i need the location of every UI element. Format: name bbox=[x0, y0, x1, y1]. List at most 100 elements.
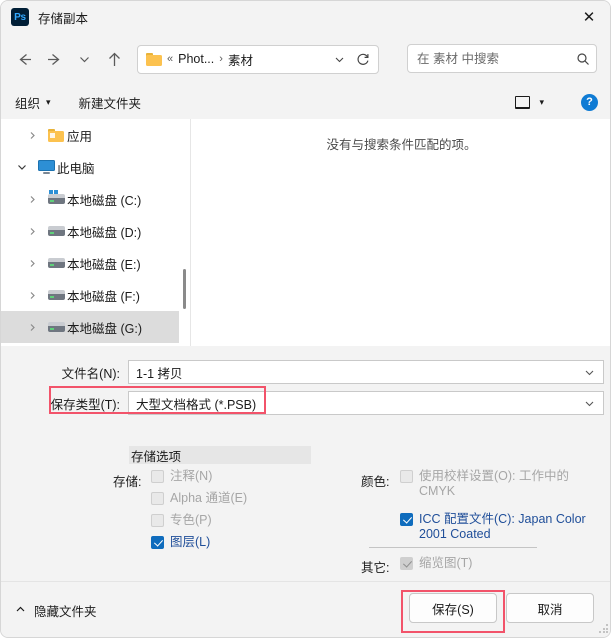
navigation-bar: « Phot... › 素材 bbox=[1, 33, 610, 85]
view-layout-icon bbox=[515, 95, 531, 109]
filetype-row: 保存类型(T): 大型文档格式 (*.PSB) bbox=[1, 390, 610, 416]
file-list[interactable]: 没有与搜索条件匹配的项。 bbox=[190, 119, 610, 346]
empty-list-message: 没有与搜索条件匹配的项。 bbox=[326, 138, 477, 152]
chevron-right-icon[interactable] bbox=[19, 259, 45, 268]
tree-item-this-pc[interactable]: 此电脑 bbox=[1, 151, 190, 183]
checkbox-layers[interactable]: 图层(L) bbox=[151, 535, 210, 550]
help-icon[interactable]: ? bbox=[581, 93, 598, 111]
breadcrumb-separator: › bbox=[219, 53, 223, 65]
this-pc-icon bbox=[35, 160, 57, 174]
chevron-right-icon[interactable] bbox=[19, 291, 45, 300]
chevron-up-icon bbox=[15, 604, 26, 618]
recent-locations-chevron-down-icon[interactable] bbox=[69, 44, 99, 74]
drive-icon bbox=[45, 321, 67, 333]
checkbox-label: 使用校样设置(O): 工作中的 CMYK bbox=[419, 469, 569, 498]
view-options-button[interactable]: ▾ bbox=[515, 95, 544, 109]
checkbox-box[interactable] bbox=[400, 557, 413, 570]
other-group-label: 其它: bbox=[361, 561, 390, 575]
chevron-right-icon[interactable] bbox=[19, 131, 45, 140]
checkbox-thumbnail[interactable]: 缩览图(T) bbox=[400, 556, 472, 571]
tree-item-label: 本地磁盘 (E:) bbox=[67, 257, 141, 272]
breadcrumb[interactable]: « Phot... › 素材 bbox=[137, 44, 379, 74]
organize-chevron-down-icon: ▾ bbox=[46, 96, 51, 107]
tree-item-apps[interactable]: 应用 bbox=[1, 119, 190, 151]
folder-icon bbox=[45, 128, 67, 142]
filename-label: 文件名(N): bbox=[61, 366, 120, 381]
checkbox-icc-profile[interactable]: ICC 配置文件(C): Japan Color 2001 Coated bbox=[400, 512, 600, 542]
checkbox-notes[interactable]: 注释(N) bbox=[151, 469, 212, 484]
checkbox-label: 注释(N) bbox=[170, 469, 213, 483]
checkbox-label: 专色(P) bbox=[170, 513, 212, 527]
checkbox-box[interactable] bbox=[151, 492, 164, 505]
tree-item-label: 本地磁盘 (G:) bbox=[67, 321, 142, 336]
breadcrumb-overflow[interactable]: « bbox=[167, 53, 173, 65]
cancel-button[interactable]: 取消 bbox=[506, 593, 594, 623]
chevron-right-icon[interactable] bbox=[19, 227, 45, 236]
tree-item-label: 本地磁盘 (C:) bbox=[67, 193, 142, 208]
organize-button[interactable]: 组织 ▾ bbox=[15, 93, 51, 112]
drive-icon bbox=[45, 289, 67, 301]
filename-input[interactable]: 1-1 拷贝 bbox=[128, 360, 604, 384]
filetype-label: 保存类型(T): bbox=[50, 397, 120, 412]
filename-value: 1-1 拷贝 bbox=[136, 366, 183, 381]
tree-item-drive-f[interactable]: 本地磁盘 (F:) bbox=[1, 279, 190, 311]
search-box[interactable] bbox=[407, 44, 597, 73]
chevron-right-icon[interactable] bbox=[19, 195, 45, 204]
tree-item-label: 本地磁盘 (F:) bbox=[67, 289, 140, 304]
checkbox-box[interactable] bbox=[151, 514, 164, 527]
tree-scrollbar[interactable] bbox=[179, 119, 190, 346]
breadcrumb-chevron-down-icon[interactable] bbox=[328, 47, 350, 71]
search-input[interactable] bbox=[417, 51, 567, 66]
command-bar: 组织 ▾ 新建文件夹 ▾ ? bbox=[1, 85, 610, 119]
chevron-down-icon[interactable] bbox=[584, 398, 599, 409]
drive-icon bbox=[45, 257, 67, 269]
view-chevron-down-icon: ▾ bbox=[539, 96, 544, 107]
tree-item-drive-c[interactable]: 本地磁盘 (C:) bbox=[1, 183, 190, 215]
chevron-down-icon[interactable] bbox=[584, 367, 599, 378]
organize-label: 组织 bbox=[15, 96, 41, 111]
dialog-title: 存储副本 bbox=[38, 11, 89, 26]
save-options-header: 存储选项 bbox=[129, 446, 311, 464]
checkbox-proof-setup[interactable]: 使用校样设置(O): 工作中的 CMYK bbox=[400, 469, 600, 499]
filetype-select[interactable]: 大型文档格式 (*.PSB) bbox=[128, 391, 604, 415]
drive-icon bbox=[45, 225, 67, 237]
checkbox-box[interactable] bbox=[151, 470, 164, 483]
checkbox-box[interactable] bbox=[400, 470, 413, 483]
chevron-right-icon[interactable] bbox=[19, 323, 45, 332]
tree-item-drive-e[interactable]: 本地磁盘 (E:) bbox=[1, 247, 190, 279]
filetype-value: 大型文档格式 (*.PSB) bbox=[136, 397, 257, 412]
photoshop-icon: Ps bbox=[11, 8, 29, 26]
close-icon[interactable]: ✕ bbox=[566, 1, 610, 33]
breadcrumb-parent[interactable]: Phot... bbox=[178, 52, 214, 66]
tree-item-label: 本地磁盘 (D:) bbox=[67, 225, 142, 240]
new-folder-button[interactable]: 新建文件夹 bbox=[79, 93, 142, 112]
tree-item-drive-g[interactable]: 本地磁盘 (G:) bbox=[1, 311, 184, 343]
checkbox-alpha-channels[interactable]: Alpha 通道(E) bbox=[151, 491, 247, 506]
checkbox-label: ICC 配置文件(C): Japan Color 2001 Coated bbox=[419, 512, 586, 541]
navigation-tree: 应用 此电脑 本地磁盘 (C:) 本地磁盘 (D:) 本地磁盘 (E:) 本地磁… bbox=[1, 119, 190, 346]
arrow-up-icon[interactable] bbox=[99, 44, 129, 74]
hide-folders-label: 隐藏文件夹 bbox=[34, 605, 97, 619]
checkbox-label: 缩览图(T) bbox=[419, 556, 473, 570]
checkbox-box[interactable] bbox=[151, 536, 164, 549]
checkbox-box[interactable] bbox=[400, 513, 413, 526]
checkbox-spot-colors[interactable]: 专色(P) bbox=[151, 513, 212, 528]
save-copy-dialog: Ps 存储副本 ✕ « Phot... › 素材 在 素材 中搜索 组织 ▾ 新… bbox=[0, 0, 611, 638]
checkbox-label: Alpha 通道(E) bbox=[170, 491, 248, 505]
tree-item-drive-d[interactable]: 本地磁盘 (D:) bbox=[1, 215, 190, 247]
chevron-down-icon[interactable] bbox=[9, 162, 35, 172]
hide-folders-button[interactable]: 隐藏文件夹 bbox=[15, 601, 97, 620]
tree-scrollbar-thumb[interactable] bbox=[183, 269, 186, 309]
arrow-left-icon[interactable] bbox=[9, 44, 39, 74]
arrow-right-icon[interactable] bbox=[39, 44, 69, 74]
resize-grip[interactable] bbox=[599, 624, 609, 634]
save-button[interactable]: 保存(S) bbox=[409, 593, 497, 623]
tree-item-label: 此电脑 bbox=[57, 161, 95, 176]
dialog-footer: 隐藏文件夹 保存(S) 取消 bbox=[1, 581, 610, 637]
save-group-label: 存储: bbox=[113, 475, 142, 489]
breadcrumb-current[interactable]: 素材 bbox=[228, 50, 253, 69]
refresh-icon[interactable] bbox=[350, 47, 376, 71]
file-browser: 应用 此电脑 本地磁盘 (C:) 本地磁盘 (D:) 本地磁盘 (E:) 本地磁… bbox=[1, 119, 610, 346]
title-bar: Ps 存储副本 ✕ bbox=[1, 1, 610, 33]
options-divider bbox=[369, 547, 537, 548]
